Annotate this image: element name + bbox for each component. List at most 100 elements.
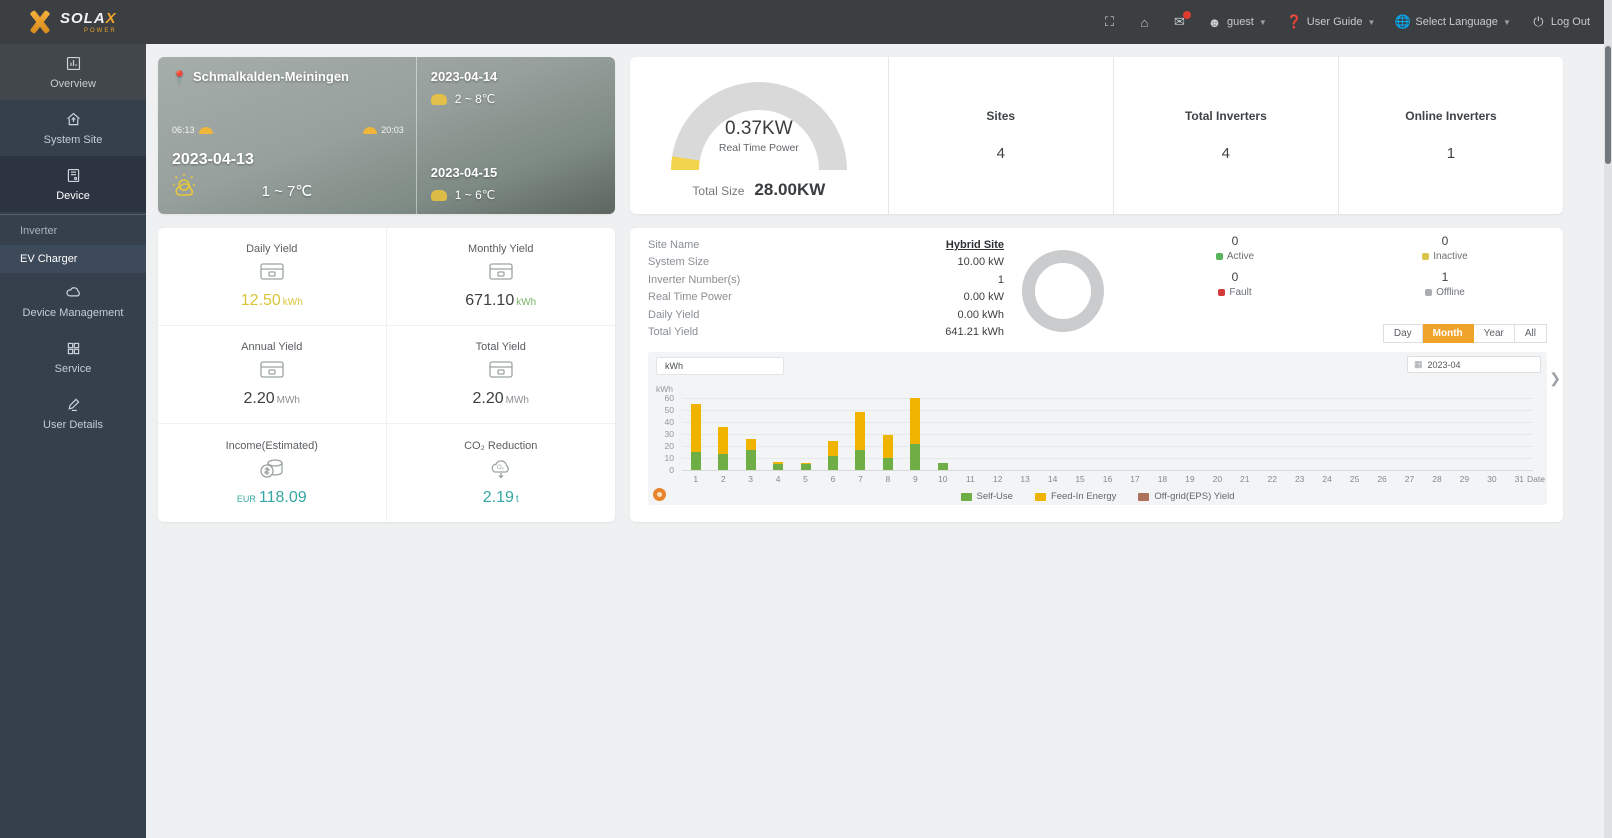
status-active: 0 Active: [1130, 234, 1340, 262]
chevron-down-icon: ▼: [1502, 17, 1511, 27]
x-tick-label: 20: [1212, 474, 1223, 484]
sidebar-item-overview[interactable]: Overview: [0, 44, 146, 100]
annual-yield-value: 2.20: [243, 390, 275, 407]
x-tick-label: 12: [992, 474, 1003, 484]
bar-slot[interactable]: 20: [1204, 398, 1231, 484]
tab-all[interactable]: All: [1514, 324, 1547, 343]
sidebar-item-device-management[interactable]: Device Management: [0, 273, 146, 329]
stacked-bar: [882, 435, 893, 470]
bar-slot[interactable]: 12: [984, 398, 1011, 484]
bar-slot[interactable]: 16: [1094, 398, 1121, 484]
legend-item[interactable]: Self-Use: [960, 491, 1013, 502]
user-menu[interactable]: ☻ guest ▼: [1207, 15, 1267, 30]
user-guide-menu[interactable]: ❓ User Guide ▼: [1286, 14, 1375, 30]
daily-yield-row-label: Daily Yield: [648, 308, 700, 321]
y-tick-label: 50: [664, 405, 674, 415]
bar-slot[interactable]: 30: [1478, 398, 1505, 484]
date-picker[interactable]: ▦ 2023-04: [1407, 356, 1541, 373]
user-guide-label: User Guide: [1306, 16, 1363, 28]
bar-slot[interactable]: 2: [709, 398, 736, 484]
x-tick-label: 18: [1157, 474, 1168, 484]
message-icon[interactable]: ✉: [1172, 10, 1191, 30]
legend-item[interactable]: Feed-In Energy: [1034, 491, 1116, 502]
tab-day[interactable]: Day: [1382, 324, 1423, 343]
x-tick-label: 22: [1267, 474, 1277, 484]
bar-slot[interactable]: 17: [1121, 398, 1148, 484]
tab-month[interactable]: Month: [1422, 324, 1474, 343]
y-tick-label: 60: [664, 393, 674, 403]
bar-slot[interactable]: 14: [1039, 398, 1066, 484]
sidebar-item-system-site[interactable]: System Site: [0, 100, 146, 156]
bar-slot[interactable]: 13: [1011, 398, 1038, 484]
bar-slot[interactable]: 1: [682, 398, 709, 484]
real-time-power-row-label: Real Time Power: [648, 291, 732, 304]
sidebar-item-user-details[interactable]: User Details: [0, 385, 146, 441]
yield-chart-panel: kWh ▦ 2023-04 kWh 0 10 20 30 40 50 60 12345678…: [648, 352, 1547, 505]
detail-row: Real Time Power 0.00 kW: [648, 289, 1004, 306]
home-icon[interactable]: ⌂: [1137, 15, 1152, 30]
weather-location: Schmalkalden-Meiningen: [192, 69, 349, 84]
online-inverters-label: Online Inverters: [1405, 109, 1497, 123]
bar-slot[interactable]: 6: [819, 398, 846, 484]
bar-segment: [745, 438, 756, 450]
bar-slot[interactable]: 4: [764, 398, 791, 484]
bar-slot[interactable]: 5: [792, 398, 819, 484]
monthly-yield-unit: kWh: [516, 297, 537, 308]
legend-swatch-icon: [960, 492, 972, 501]
co2-cloud-icon: O₂: [486, 456, 516, 485]
active-count: 0: [1231, 234, 1239, 248]
sidebar-item-service[interactable]: Service: [0, 329, 146, 385]
bar-slot[interactable]: 25: [1341, 398, 1368, 484]
online-inverters-value: 1: [1446, 145, 1456, 162]
bar-slot[interactable]: 7: [847, 398, 874, 484]
sites-label: Sites: [986, 109, 1016, 123]
bar-slot[interactable]: 3: [737, 398, 764, 484]
scrollbar-thumb[interactable]: [1605, 46, 1611, 164]
sidebar-item-label: Device Management: [22, 307, 124, 319]
bar-slot[interactable]: 29: [1451, 398, 1478, 484]
forecast-day-1: 2023-04-14 2 ~ 8℃: [430, 69, 601, 106]
solax-logo: SOLAX POWER: [26, 9, 117, 35]
chevron-right-icon[interactable]: ❯: [1549, 370, 1561, 387]
x-tick-label: 13: [1020, 474, 1030, 484]
site-name-link[interactable]: Hybrid Site: [946, 237, 1004, 254]
logout-button[interactable]: ⏻ Log Out: [1531, 14, 1590, 30]
chart-legend: Self-Use Feed-In Energy Off-grid(EPS) Yiel…: [648, 491, 1547, 502]
device-icon: [67, 168, 79, 183]
bar-slot[interactable]: 24: [1313, 398, 1340, 484]
sidebar-subitem-ev-charger[interactable]: EV Charger: [0, 245, 146, 273]
bar-slot[interactable]: 26: [1368, 398, 1395, 484]
page-scrollbar[interactable]: [1604, 0, 1612, 838]
inactive-label: Inactive: [1433, 251, 1468, 262]
bar-slot[interactable]: 18: [1149, 398, 1176, 484]
unit-select[interactable]: kWh: [656, 357, 784, 375]
bar-slot[interactable]: 19: [1176, 398, 1203, 484]
bar-slot[interactable]: 11: [957, 398, 984, 484]
bar-slot[interactable]: 28: [1423, 398, 1450, 484]
language-menu[interactable]: 🌐 Select Language ▼: [1395, 14, 1511, 30]
bar-slot[interactable]: 10: [929, 398, 956, 484]
status-grid: 0 Active 0 Inactive 0 Fault 1 Offline: [1130, 234, 1550, 298]
bar-slot[interactable]: 31: [1506, 398, 1533, 484]
bar-slot[interactable]: 22: [1259, 398, 1286, 484]
sidebar: Overview System Site Device Inverter EV …: [0, 44, 146, 838]
monitor-icon[interactable]: ⛶: [1102, 14, 1117, 30]
tab-year[interactable]: Year: [1473, 324, 1515, 343]
bar-slot[interactable]: 21: [1231, 398, 1258, 484]
bar-slot[interactable]: 9: [902, 398, 929, 484]
bar-slot[interactable]: 23: [1286, 398, 1313, 484]
monthly-yield-label: Monthly Yield: [468, 243, 534, 255]
bar-slot[interactable]: 8: [874, 398, 901, 484]
legend-swatch-icon: [1034, 492, 1046, 501]
bar-slot[interactable]: 27: [1396, 398, 1423, 484]
sidebar-item-device[interactable]: Device: [0, 156, 146, 212]
sidebar-item-label: User Details: [43, 419, 103, 431]
sidebar-subitem-inverter[interactable]: Inverter: [0, 217, 146, 245]
legend-item[interactable]: Off-grid(EPS) Yield: [1138, 491, 1235, 502]
status-fault: 0 Fault: [1130, 270, 1340, 298]
stacked-bar: [690, 404, 701, 470]
total-yield-row-label: Total Yield: [648, 326, 699, 339]
cloud-sun-icon: [430, 189, 447, 201]
stacked-bar: [800, 462, 811, 470]
bar-slot[interactable]: 15: [1066, 398, 1093, 484]
